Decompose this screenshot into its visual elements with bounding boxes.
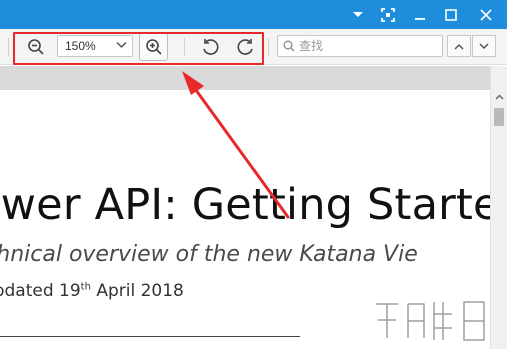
document-title: iewer API: Getting Starte [0,180,490,230]
scroll-up-button[interactable] [491,90,507,104]
minimize-icon[interactable] [409,4,431,26]
zoom-in-button[interactable] [139,33,168,61]
fullscreen-icon[interactable] [377,4,399,26]
document-date: st updated 19th April 2018 [0,281,184,301]
chevron-down-icon [479,42,489,49]
title-bar [0,0,507,29]
document-divider [0,336,300,337]
zoom-out-icon [28,39,44,55]
zoom-out-button[interactable] [24,35,48,59]
toolbar: 150% [0,29,507,65]
menu-chevron-icon[interactable] [347,4,369,26]
toolbar-divider [8,38,9,56]
rotate-right-button[interactable] [234,35,258,59]
scroll-thumb[interactable] [494,108,504,126]
chevron-up-icon [495,94,503,100]
vertical-scrollbar[interactable] [490,66,507,349]
search-field[interactable] [277,35,443,57]
document-page: iewer API: Getting Starte technical over… [0,90,490,349]
search-input[interactable] [299,37,439,55]
document-viewport[interactable]: iewer API: Getting Starte technical over… [0,66,490,349]
chevron-up-icon [454,43,464,50]
search-icon [283,40,295,52]
document-subtitle: technical overview of the new Katana Vie [0,242,418,267]
toolbar-divider [268,38,269,56]
search-next-button[interactable] [472,35,496,57]
rotate-left-button[interactable] [198,35,222,59]
toolbar-divider [184,38,185,56]
rotate-right-icon [237,39,253,55]
maximize-icon[interactable] [440,4,462,26]
search-previous-button[interactable] [447,35,471,57]
rotate-left-icon [203,39,219,55]
chevron-down-icon [116,41,127,49]
close-icon[interactable] [475,4,497,26]
zoom-in-icon [146,39,162,55]
zoom-level-select[interactable]: 150% [57,35,133,57]
zoom-level-value: 150% [65,39,96,53]
